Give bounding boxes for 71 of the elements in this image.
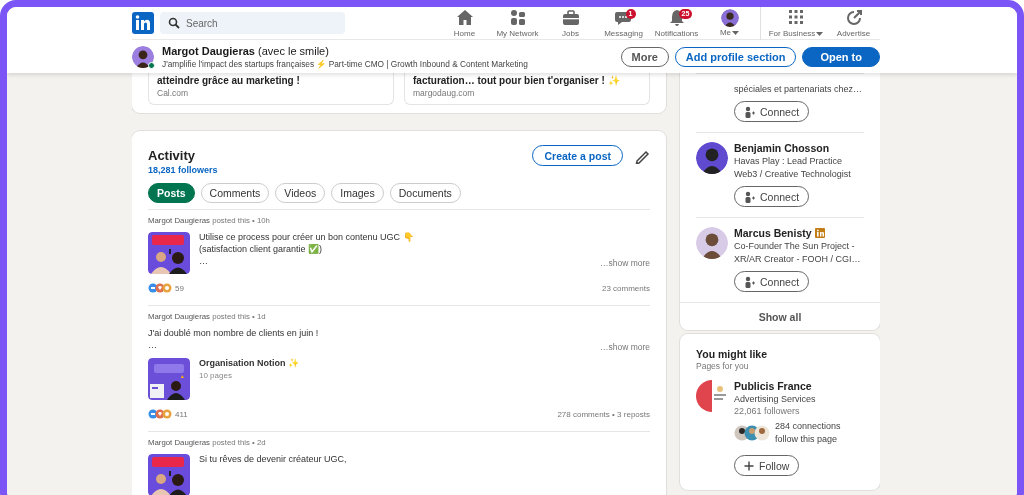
show-more-link[interactable]: …show more	[599, 342, 650, 352]
document-title[interactable]: Organisation Notion ✨	[199, 358, 299, 368]
post-text: …	[199, 256, 208, 266]
person-headline: Havas Play : Lead Practice Web3 / Creative Technologist	[734, 155, 852, 181]
page-followers: 22,061 followers	[734, 406, 801, 416]
plus-icon	[744, 460, 754, 471]
section-title: Activity	[148, 148, 196, 163]
post-text: …	[148, 340, 157, 350]
person-headline: Co-Founder The Sun Project - XR/AR Creator - FOOH / CGI…	[734, 240, 862, 266]
link-domain: Cal.com	[157, 88, 190, 98]
avatar	[720, 9, 739, 27]
logo-icon	[132, 12, 154, 34]
post-stats[interactable]: 278 comments • 3 reposts	[557, 409, 650, 419]
post-stats[interactable]: 23 comments	[601, 283, 650, 293]
connect-button[interactable]: Connect	[734, 101, 810, 122]
nav-item[interactable]: Home	[438, 7, 491, 40]
page-category: Advertising Services	[734, 394, 817, 404]
avatar	[132, 45, 154, 68]
add-section-button[interactable]: Add profile section	[674, 46, 797, 67]
reaction-count[interactable]: 411	[175, 409, 188, 419]
post-text: (satisfaction client garantie ✅)	[199, 244, 323, 254]
search-icon	[168, 17, 180, 29]
link-card[interactable]: facturation… tout pour bien t'organiser ! ✨ margodaug.com	[404, 73, 650, 105]
person-name[interactable]: Benjamin Chosson	[734, 142, 830, 154]
profile-name: Margot Daugieras (avec le smile)	[162, 44, 330, 57]
person-add-icon	[744, 190, 755, 203]
person-name[interactable]: Marcus Benisty	[734, 227, 812, 239]
card-subtitle: Pages for you	[696, 361, 750, 371]
card-title: You might like	[696, 348, 768, 360]
filter-tab[interactable]: Comments	[200, 183, 270, 203]
filter-tab[interactable]: Videos	[275, 183, 326, 203]
filter-tab[interactable]: Documents	[389, 183, 461, 203]
avatar	[696, 227, 728, 259]
connections-text: 284 connections follow this page	[775, 420, 842, 446]
nav-item[interactable]: My Network	[491, 7, 544, 40]
pencil-icon[interactable]	[635, 149, 650, 164]
avatars-icon	[734, 425, 770, 441]
link-title: facturation… tout pour bien t'organiser ! ✨	[413, 75, 621, 86]
nav-item[interactable]: For Business	[765, 7, 827, 40]
post-text: Si tu rêves de devenir créateur UGC,	[199, 454, 347, 464]
open-to-button[interactable]: Open to	[802, 46, 880, 67]
post-text: Utilise ce process pour créer un bon contenu UGC 👇	[199, 232, 414, 242]
nav-item[interactable]: Advertise	[827, 7, 880, 40]
followers-link[interactable]: 18,281 followers	[148, 165, 218, 175]
filter-tab[interactable]: Images	[331, 183, 384, 203]
page-count: 10 pages	[199, 371, 233, 380]
person-add-icon	[744, 275, 755, 288]
person-add-icon	[744, 105, 755, 118]
link-domain: margodaug.com	[413, 88, 476, 98]
reactions-icon	[148, 283, 172, 293]
company-logo-icon	[696, 380, 728, 412]
show-all-button[interactable]: Show all	[680, 302, 880, 330]
show-more-link[interactable]: …show more	[599, 258, 650, 268]
person-headline: spéciales et partenariats chez…	[734, 83, 863, 96]
page-name[interactable]: Publicis France	[734, 380, 845, 392]
profile-headline: J'amplifie l'impact des startups françaises ⚡ Part-time CMO | Growth Inbound & Content Marketing	[162, 58, 528, 69]
avatar	[696, 142, 728, 174]
follow-button[interactable]: Follow	[734, 455, 800, 476]
nav-item[interactable]: Me	[703, 7, 756, 40]
filter-tab[interactable]: Posts	[148, 183, 195, 203]
connect-button[interactable]: Connect	[734, 271, 810, 292]
reactions-icon	[148, 409, 172, 419]
create-post-button[interactable]: Create a post	[532, 145, 623, 166]
post-text: J'ai doublé mon nombre de clients en juin !	[148, 328, 319, 338]
more-button[interactable]: More	[620, 46, 669, 67]
reaction-count[interactable]: 59	[175, 283, 184, 293]
search-field[interactable]: Search	[160, 12, 345, 34]
link-title: atteindre grâce au marketing !	[157, 75, 301, 86]
link-card[interactable]: atteindre grâce au marketing ! Cal.com	[148, 73, 394, 105]
nav-item[interactable]: Jobs	[544, 7, 597, 40]
connect-button[interactable]: Connect	[734, 186, 810, 207]
